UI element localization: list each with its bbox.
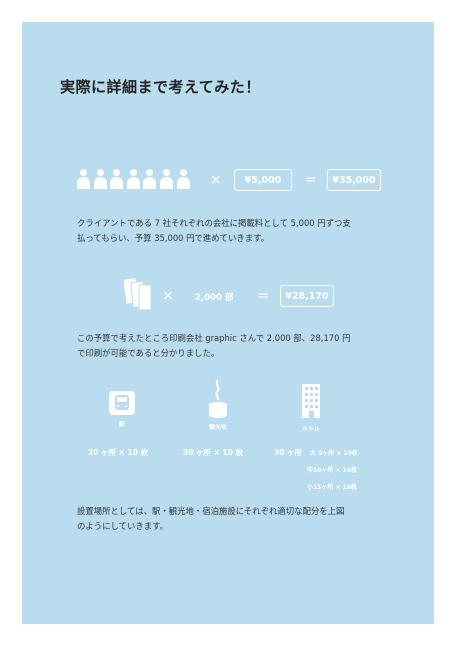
- onsen-icon: [209, 379, 227, 418]
- sightseeing-stat: 30 ヶ所 × 10 枚: [183, 448, 244, 457]
- paragraph-line: クライアントである 7 社それぞれの会社に掲載料として 5,000 円ずつ支: [77, 218, 351, 228]
- person-icon: [93, 169, 107, 189]
- paragraph-line: 設置場所としては、駅・観光地・宿泊施設にそれぞれ適切な配分を上図: [77, 506, 345, 516]
- total-budget-box: ¥35,000: [327, 169, 381, 191]
- paragraph-line: で印刷が可能であると分かりました。: [77, 348, 220, 358]
- times-sign: ×: [210, 172, 222, 188]
- hotel-building-icon: [302, 384, 320, 418]
- station-group: 駅: [109, 391, 135, 428]
- train-icon: [109, 391, 135, 415]
- paragraph-printing: この予算で考えたところ印刷会社 graphic さんで 2,000 部、28,1…: [77, 331, 397, 361]
- paragraph-line: のようにしていきます。: [77, 521, 169, 531]
- paper-stack-icon: [123, 277, 154, 311]
- print-cost-box: ¥28,170: [280, 285, 334, 307]
- page-title: 実際に詳細まで考えてみた！: [60, 78, 261, 96]
- paragraph-placement: 設置場所としては、駅・観光地・宿泊施設にそれぞれ適切な配分を上図 のようにしてい…: [77, 504, 397, 534]
- hotel-small-stat: 小15ヶ所 × 10枚: [307, 484, 357, 491]
- sightseeing-group: 観光地: [205, 378, 231, 431]
- paragraph-budget: クライアントである 7 社それぞれの会社に掲載料として 5,000 円ずつ支 払…: [77, 216, 397, 246]
- hotel-label: ホテル: [302, 427, 320, 433]
- station-stat: 20 ヶ所 × 10 枚: [88, 448, 149, 457]
- person-icon: [159, 169, 173, 189]
- equals-sign: =: [305, 172, 317, 188]
- paragraph-line: この予算で考えたところ印刷会社 graphic さんで 2,000 部、28,1…: [77, 333, 351, 343]
- unit-price-box: ¥5,000: [234, 169, 292, 191]
- person-icon: [176, 169, 190, 189]
- station-label: 駅: [119, 422, 125, 428]
- hotel-stat: 30 ヶ所: [274, 448, 303, 457]
- person-icon: [126, 169, 140, 189]
- sightseeing-label: 観光地: [209, 425, 227, 431]
- copies-count: 2,000 部: [195, 293, 234, 303]
- hotel-group: ホテル: [300, 384, 322, 433]
- times-sign-2: ×: [162, 288, 174, 304]
- hotel-medium-stat: 中10ヶ所 × 10枚: [307, 467, 357, 474]
- person-icon: [143, 169, 157, 189]
- equals-sign-2: =: [257, 288, 269, 304]
- person-icon: [110, 169, 124, 189]
- person-icon: [77, 169, 90, 189]
- hotel-large-stat: 大 5ヶ所 × 10枚: [310, 450, 358, 457]
- paragraph-line: 払ってもらい、予算 35,000 円で進めていきます。: [77, 233, 270, 243]
